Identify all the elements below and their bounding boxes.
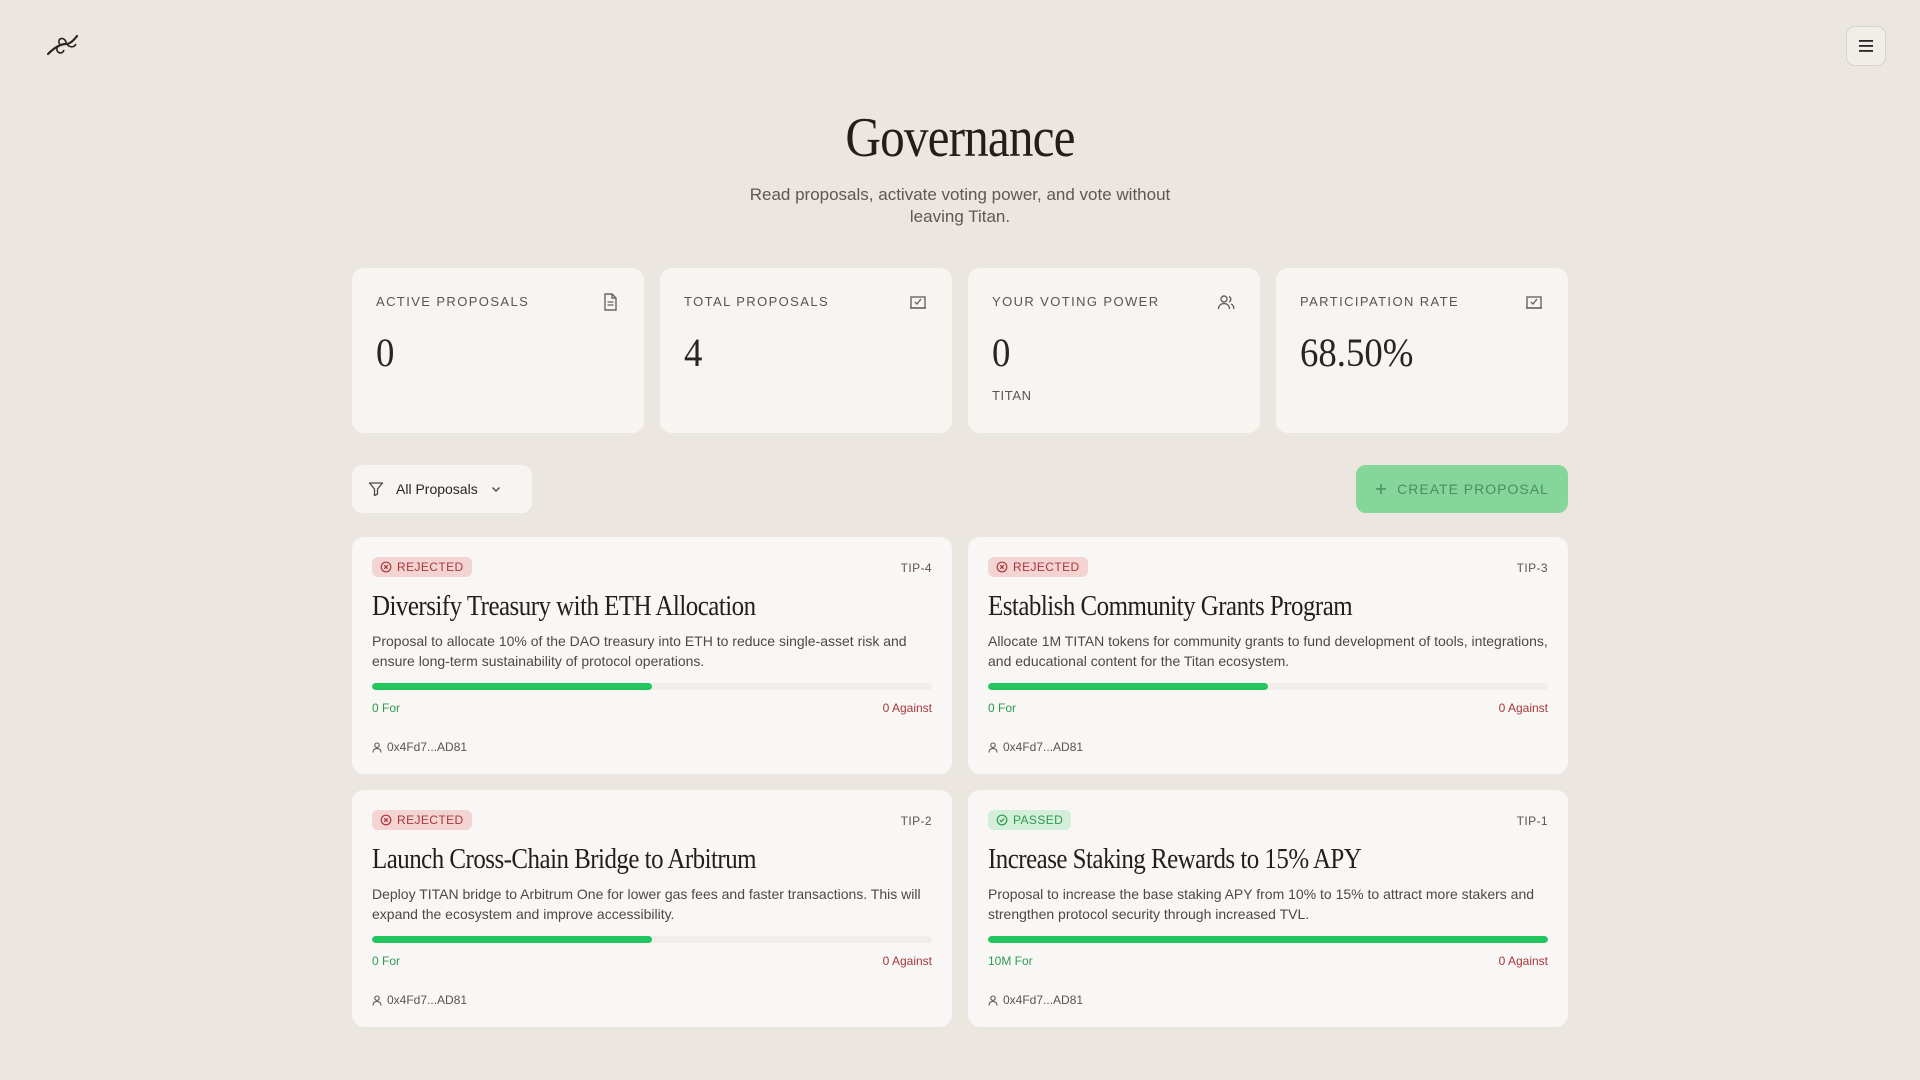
votes-against: 0 Against: [882, 954, 932, 968]
page-title: Governance: [845, 107, 1075, 169]
votes-against: 0 Against: [1498, 954, 1548, 968]
proposal-card[interactable]: PASSED TIP-1 Increase Staking Rewards to…: [968, 790, 1568, 1027]
stat-label: PARTICIPATION RATE: [1300, 294, 1460, 309]
vote-progress-fill: [988, 936, 1548, 943]
hero-section: Governance Read proposals, activate voti…: [0, 106, 1920, 228]
proposal-id: TIP-4: [900, 561, 932, 575]
filter-label: All Proposals: [396, 481, 478, 497]
vote-counts: 0 For 0 Against: [372, 701, 932, 715]
proposal-author: 0x4Fd7...AD81: [372, 740, 467, 754]
users-icon: [1217, 295, 1235, 310]
status-badge: REJECTED: [372, 810, 472, 830]
author-address: 0x4Fd7...AD81: [387, 740, 468, 754]
status-badge: PASSED: [988, 810, 1072, 830]
stat-label: TOTAL PROPOSALS: [684, 294, 830, 309]
proposal-description: Deploy TITAN bridge to Arbitrum One for …: [372, 886, 921, 922]
vote-progress-bar: [988, 936, 1548, 943]
votes-for: 0 For: [372, 701, 401, 715]
document-icon: [604, 293, 617, 311]
user-icon: [372, 741, 382, 753]
author-address: 0x4Fd7...AD81: [1003, 740, 1084, 754]
vote-box-icon: [910, 296, 926, 309]
status-label: REJECTED: [1013, 560, 1080, 574]
status-label: REJECTED: [397, 813, 464, 827]
proposals-toolbar: All Proposals CREATE PROPOSAL: [352, 465, 1568, 513]
chevron-down-icon: [491, 487, 500, 492]
user-icon: [372, 994, 382, 1006]
stat-card-total-proposals: TOTAL PROPOSALS 4: [660, 268, 952, 433]
stat-label: YOUR VOTING POWER: [992, 294, 1160, 309]
proposal-title: Launch Cross-Chain Bridge to Arbitrum: [372, 843, 757, 875]
x-circle-icon: [380, 814, 392, 826]
plus-icon: [1376, 484, 1387, 494]
status-badge: REJECTED: [372, 557, 472, 577]
vote-progress-fill: [372, 936, 652, 943]
proposal-card[interactable]: REJECTED TIP-3 Establish Community Grant…: [968, 537, 1568, 774]
votes-against: 0 Against: [1498, 701, 1548, 715]
proposal-author: 0x4Fd7...AD81: [988, 740, 1083, 754]
proposal-card[interactable]: REJECTED TIP-2 Launch Cross-Chain Bridge…: [352, 790, 952, 1027]
titan-logo-icon[interactable]: [44, 32, 80, 60]
vote-counts: 0 For 0 Against: [988, 701, 1548, 715]
stats-row: ACTIVE PROPOSALS 0 TOTAL PROPOSALS 4 YOU…: [352, 268, 1568, 433]
vote-box-icon: [1526, 296, 1542, 309]
votes-for: 10M For: [988, 954, 1033, 968]
stat-card-participation-rate: PARTICIPATION RATE 68.50%: [1276, 268, 1568, 433]
x-circle-icon: [380, 561, 392, 573]
author-address: 0x4Fd7...AD81: [1003, 993, 1084, 1007]
stat-unit: TITAN: [992, 388, 1032, 403]
proposal-author: 0x4Fd7...AD81: [372, 993, 467, 1007]
stat-value: 0: [376, 330, 395, 375]
status-badge: REJECTED: [988, 557, 1088, 577]
vote-progress-bar: [372, 683, 932, 690]
proposal-author: 0x4Fd7...AD81: [988, 993, 1083, 1007]
create-proposal-label: CREATE PROPOSAL: [1397, 481, 1549, 497]
stat-card-voting-power: YOUR VOTING POWER 0 TITAN: [968, 268, 1260, 433]
proposal-filter-dropdown[interactable]: All Proposals: [352, 465, 532, 513]
status-label: REJECTED: [397, 560, 464, 574]
stat-value: 0: [992, 330, 1011, 375]
proposal-title: Increase Staking Rewards to 15% APY: [988, 843, 1362, 875]
vote-counts: 10M For 0 Against: [988, 954, 1548, 968]
author-address: 0x4Fd7...AD81: [387, 993, 468, 1007]
menu-button[interactable]: [1846, 26, 1886, 66]
proposal-grid: REJECTED TIP-4 Diversify Treasury with E…: [352, 537, 1568, 1027]
proposal-description: Allocate 1M TITAN tokens for community g…: [988, 633, 1548, 669]
vote-progress-bar: [372, 936, 932, 943]
create-proposal-button[interactable]: CREATE PROPOSAL: [1356, 465, 1568, 513]
page-subtitle: Read proposals, activate voting power, a…: [749, 185, 1171, 226]
check-circle-icon: [996, 814, 1008, 826]
vote-progress-fill: [988, 683, 1268, 690]
proposal-description: Proposal to allocate 10% of the DAO trea…: [372, 633, 907, 669]
proposal-title: Diversify Treasury with ETH Allocation: [372, 590, 756, 622]
proposal-card[interactable]: REJECTED TIP-4 Diversify Treasury with E…: [352, 537, 952, 774]
vote-counts: 0 For 0 Against: [372, 954, 932, 968]
filter-icon: [368, 482, 384, 497]
status-label: PASSED: [1013, 813, 1064, 827]
stat-card-active-proposals: ACTIVE PROPOSALS 0: [352, 268, 644, 433]
proposal-title: Establish Community Grants Program: [988, 590, 1353, 622]
vote-progress-fill: [372, 683, 652, 690]
votes-for: 0 For: [988, 701, 1017, 715]
proposal-id: TIP-2: [900, 814, 932, 828]
proposal-id: TIP-1: [1516, 814, 1548, 828]
proposal-description: Proposal to increase the base staking AP…: [988, 886, 1535, 922]
stat-label: ACTIVE PROPOSALS: [376, 294, 530, 309]
user-icon: [988, 994, 998, 1006]
proposal-id: TIP-3: [1516, 561, 1548, 575]
stat-value: 68.50%: [1300, 330, 1414, 375]
x-circle-icon: [996, 561, 1008, 573]
votes-for: 0 For: [372, 954, 401, 968]
vote-progress-bar: [988, 683, 1548, 690]
votes-against: 0 Against: [882, 701, 932, 715]
stat-value: 4: [684, 330, 703, 375]
user-icon: [988, 741, 998, 753]
hamburger-menu-icon: [1859, 40, 1873, 52]
